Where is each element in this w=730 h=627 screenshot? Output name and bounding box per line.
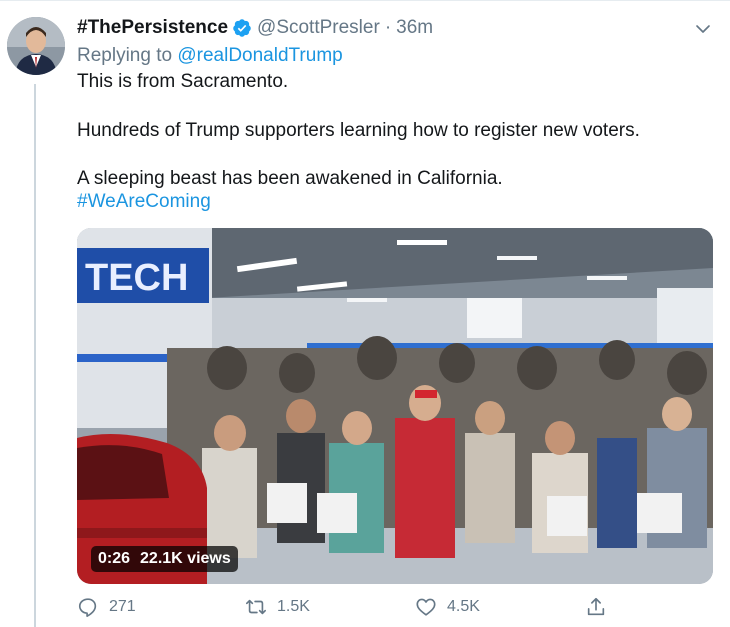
tweet[interactable]: #ThePersistence @ScottPresler · 36m Repl…: [0, 0, 730, 627]
avatar[interactable]: [7, 17, 65, 75]
heart-icon: [416, 598, 436, 616]
timestamp[interactable]: 36m: [396, 17, 433, 39]
replying-prefix: Replying to: [77, 45, 178, 66]
mention-link[interactable]: @realDonaldTrump: [177, 45, 342, 66]
action-bar: 271 1.5K 4.5K: [77, 596, 637, 622]
tweet-text-line: Hundreds of Trump supporters learning ho…: [77, 120, 640, 141]
tweet-text-line: This is from Sacramento.: [77, 71, 289, 92]
chevron-down-icon[interactable]: [694, 20, 712, 38]
hashtag-link[interactable]: #WeAreComing: [77, 191, 211, 213]
replying-to: Replying to @realDonaldTrump: [77, 45, 343, 67]
video-frame: TECH: [77, 228, 713, 584]
thread-line: [34, 84, 36, 627]
like-count: 4.5K: [447, 598, 480, 615]
tweet-header: #ThePersistence @ScottPresler · 36m: [77, 16, 433, 40]
retweet-icon: [246, 599, 266, 615]
video-duration: 0:26: [98, 550, 131, 567]
verified-badge-icon: [233, 19, 251, 37]
reply-icon: [78, 598, 97, 617]
retweet-button[interactable]: 1.5K: [245, 596, 310, 618]
display-name[interactable]: #ThePersistence: [77, 17, 228, 39]
video-views: 22.1K views: [140, 550, 231, 567]
share-icon: [587, 597, 605, 616]
reply-count: 271: [109, 598, 136, 615]
tweet-text-line: A sleeping beast has been awakened in Ca…: [77, 168, 503, 189]
video-player[interactable]: TECH 0:26 22.1K views: [77, 228, 713, 584]
divider: [0, 0, 730, 1]
video-stats-badge: 0:26 22.1K views: [91, 546, 238, 572]
share-button[interactable]: [585, 596, 617, 618]
svg-text:TECH: TECH: [85, 257, 188, 299]
retweet-count: 1.5K: [277, 598, 310, 615]
handle[interactable]: @ScottPresler: [257, 17, 380, 39]
reply-button[interactable]: 271: [77, 596, 136, 618]
separator: ·: [384, 17, 392, 38]
like-button[interactable]: 4.5K: [415, 596, 480, 618]
